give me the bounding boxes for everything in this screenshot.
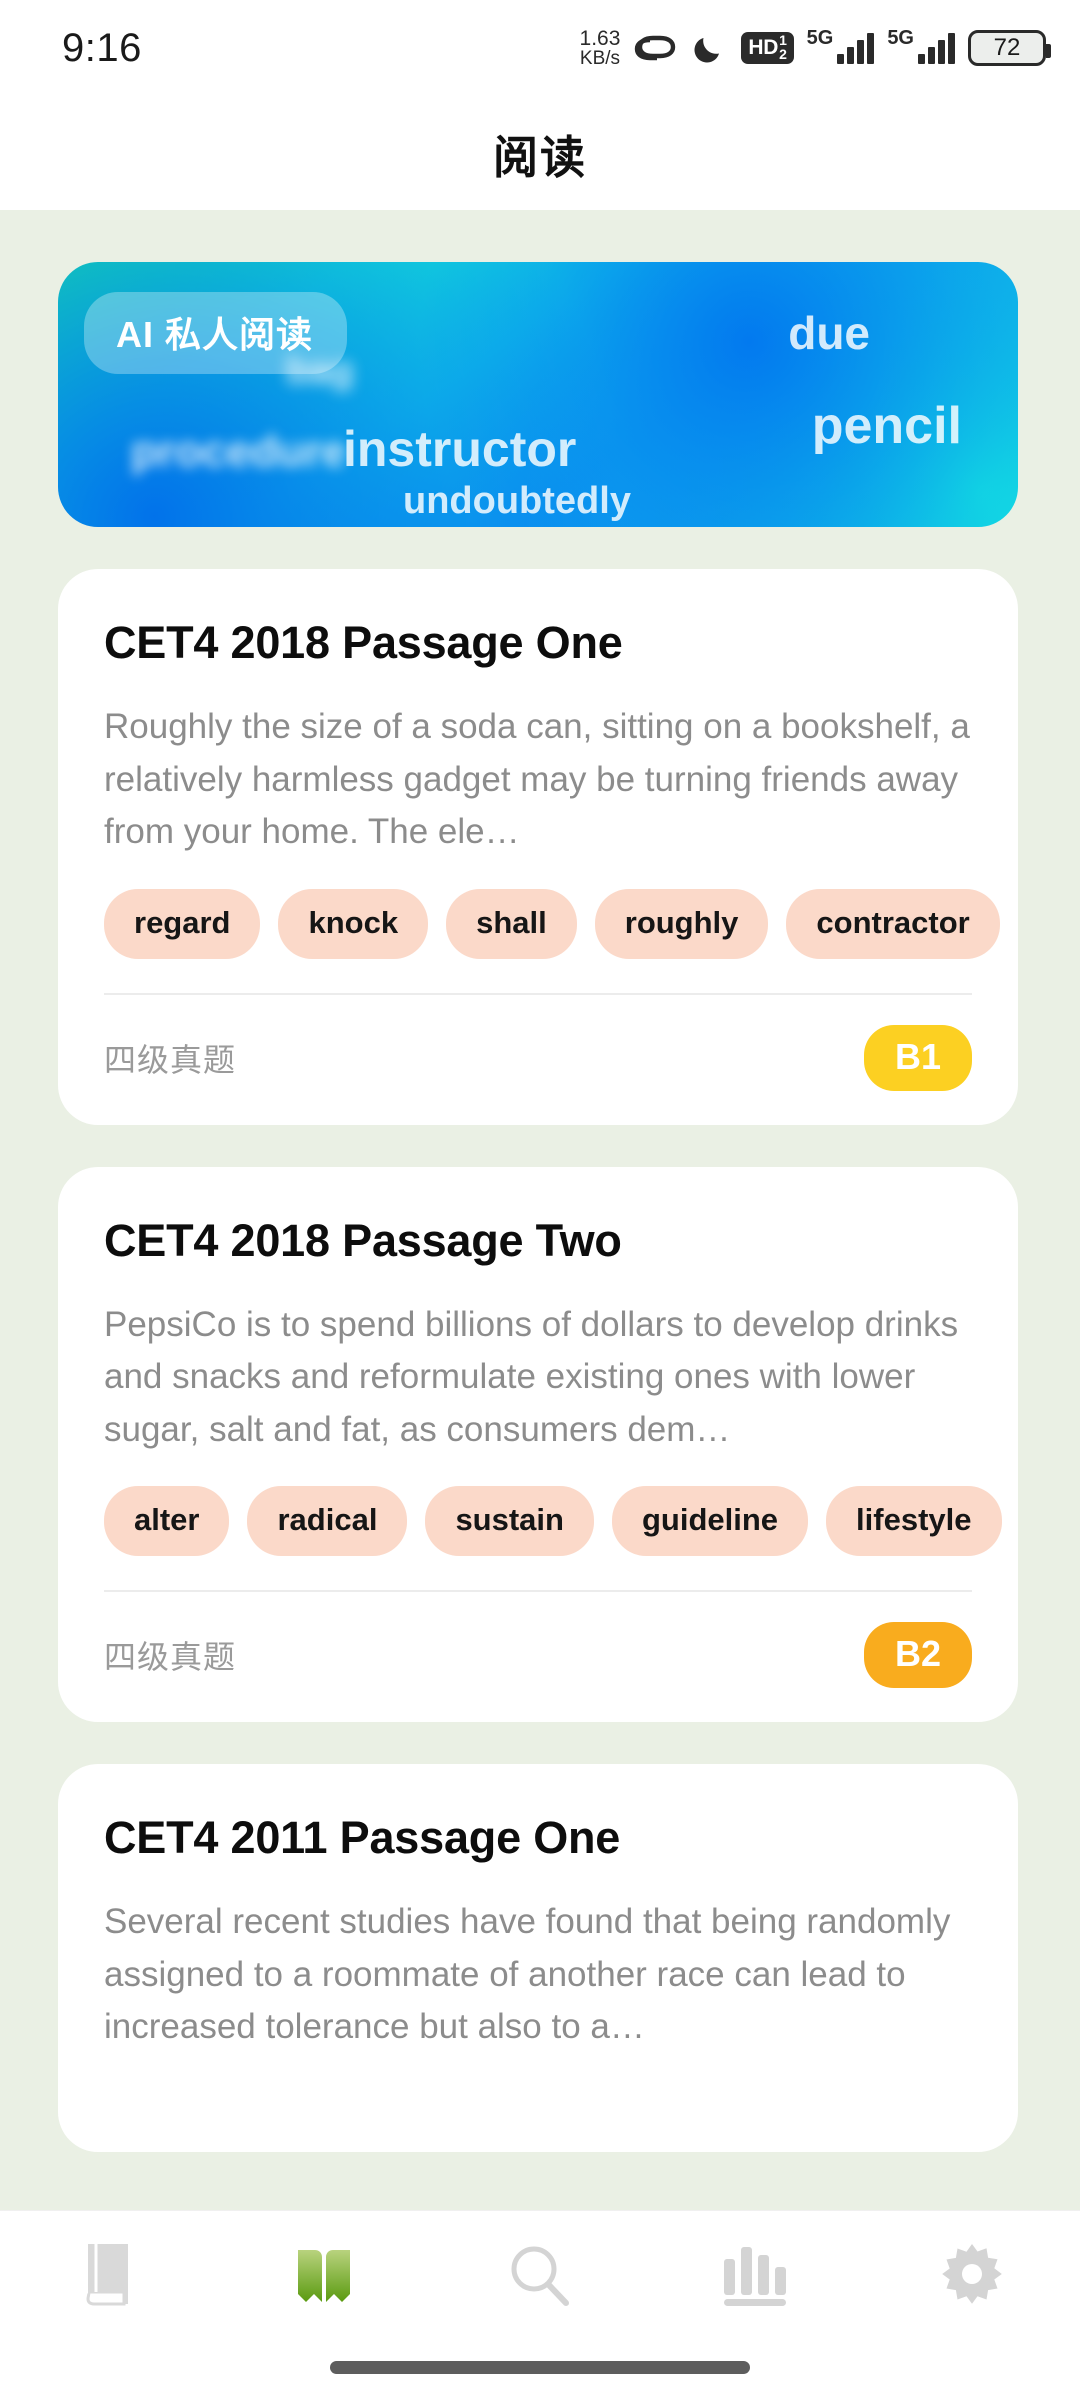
bottom-navigation-bar — [0, 2210, 1080, 2400]
passage-card[interactable]: CET4 2018 Passage One Roughly the size o… — [58, 569, 1018, 1125]
signal-5g-1-icon: 5G — [807, 27, 875, 64]
ai-reading-banner[interactable]: due pencil instructor undoubtedly bag pr… — [58, 262, 1018, 527]
network-speed-unit: KB/s — [579, 48, 621, 70]
network-speed-indicator: 1.63 KB/s — [579, 26, 621, 70]
moon-icon — [694, 38, 720, 63]
vocab-tag[interactable]: contractor — [786, 888, 1000, 959]
hd-sub: 2 — [779, 45, 787, 62]
card-footer: 四级真题 B1 — [104, 995, 972, 1091]
level-badge: B1 — [864, 1024, 972, 1091]
network-speed-value: 1.63 — [579, 26, 621, 50]
banner-word-due: due — [788, 307, 870, 359]
app-screen: 9:16 1.63 KB/s HD 1 2 5G 5G 72 阅读 due pe… — [0, 0, 1080, 2400]
link-icon — [635, 35, 676, 61]
tab-reading[interactable] — [216, 2211, 432, 2341]
vocab-tag[interactable]: lifestyle — [826, 1486, 1002, 1556]
vocab-tag[interactable]: shall — [446, 888, 577, 959]
vocab-tag[interactable]: knock — [278, 888, 429, 959]
passage-excerpt: Several recent studies have found that b… — [104, 1902, 951, 2046]
vocab-tag[interactable]: sustain — [425, 1486, 594, 1556]
passage-title: CET4 2018 Passage Two — [104, 1214, 622, 1266]
status-clock: 9:16 — [62, 25, 142, 70]
signal-bars-1 — [837, 32, 875, 64]
vocab-tag-list[interactable]: regard knock shall roughly contractor e — [104, 888, 1018, 959]
tab-wordbook[interactable] — [0, 2211, 216, 2341]
ai-private-reading-badge[interactable]: AI 私人阅读 — [84, 292, 348, 374]
vocab-tag[interactable]: roughly — [594, 888, 769, 959]
tab-search[interactable] — [432, 2211, 648, 2341]
page-title: 阅读 — [492, 131, 587, 183]
passage-card[interactable]: CET4 2018 Passage Two PepsiCo is to spen… — [58, 1166, 1018, 1722]
signal-bars-2 — [918, 32, 955, 64]
battery-icon: 72 — [968, 30, 1051, 66]
banner-word-procedure: procedure — [131, 427, 347, 476]
network-label-2: 5G — [887, 26, 914, 49]
passage-source: 四级真题 — [104, 1041, 237, 1078]
network-label-1: 5G — [806, 26, 834, 49]
passage-title: CET4 2018 Passage One — [104, 617, 623, 668]
home-indicator[interactable] — [330, 2361, 750, 2374]
vocab-tag[interactable]: radical — [247, 1486, 408, 1556]
card-footer: 四级真题 B2 — [104, 1592, 972, 1688]
vocab-tag[interactable]: regard — [104, 888, 261, 959]
passage-excerpt: Roughly the size of a soda can, sitting … — [104, 707, 970, 851]
signal-5g-2-icon: 5G — [887, 27, 955, 64]
level-badge: B2 — [864, 1622, 972, 1688]
passage-source: 四级真题 — [104, 1639, 237, 1675]
tab-statistics[interactable] — [648, 2211, 864, 2341]
chart-bar-icon — [724, 2247, 786, 2306]
banner-word-instructor: instructor — [343, 421, 577, 477]
search-icon — [511, 2246, 569, 2306]
status-icons: 1.63 KB/s HD 1 2 5G 5G 72 — [579, 26, 1051, 70]
vocab-tag-list[interactable]: alter radical sustain guideline lifestyl… — [104, 1486, 1018, 1556]
book-open-icon — [298, 2250, 350, 2302]
hd-label: HD — [748, 35, 779, 59]
vocab-tag[interactable]: guideline — [611, 1486, 809, 1556]
hd-badge-icon: HD 1 2 — [741, 32, 794, 64]
tab-settings[interactable] — [864, 2211, 1080, 2341]
passage-excerpt: PepsiCo is to spend billions of dollars … — [104, 1304, 959, 1449]
scroll-content[interactable]: due pencil instructor undoubtedly bag pr… — [0, 210, 1080, 2210]
banner-word-undoubtedly: undoubtedly — [403, 480, 631, 522]
gear-icon — [942, 2244, 1002, 2304]
vocab-tag-list[interactable] — [104, 2084, 1018, 2118]
status-bar: 9:16 1.63 KB/s HD 1 2 5G 5G 72 — [0, 0, 1080, 96]
passage-card[interactable]: CET4 2011 Passage One Several recent stu… — [58, 1764, 1018, 2152]
banner-word-pencil: pencil — [811, 397, 962, 455]
vocab-tag[interactable]: alter — [104, 1486, 230, 1556]
app-bar: 阅读 — [0, 96, 1080, 210]
battery-level: 72 — [993, 34, 1021, 61]
passage-title: CET4 2011 Passage One — [104, 1812, 621, 1863]
book-closed-icon — [86, 2244, 128, 2306]
